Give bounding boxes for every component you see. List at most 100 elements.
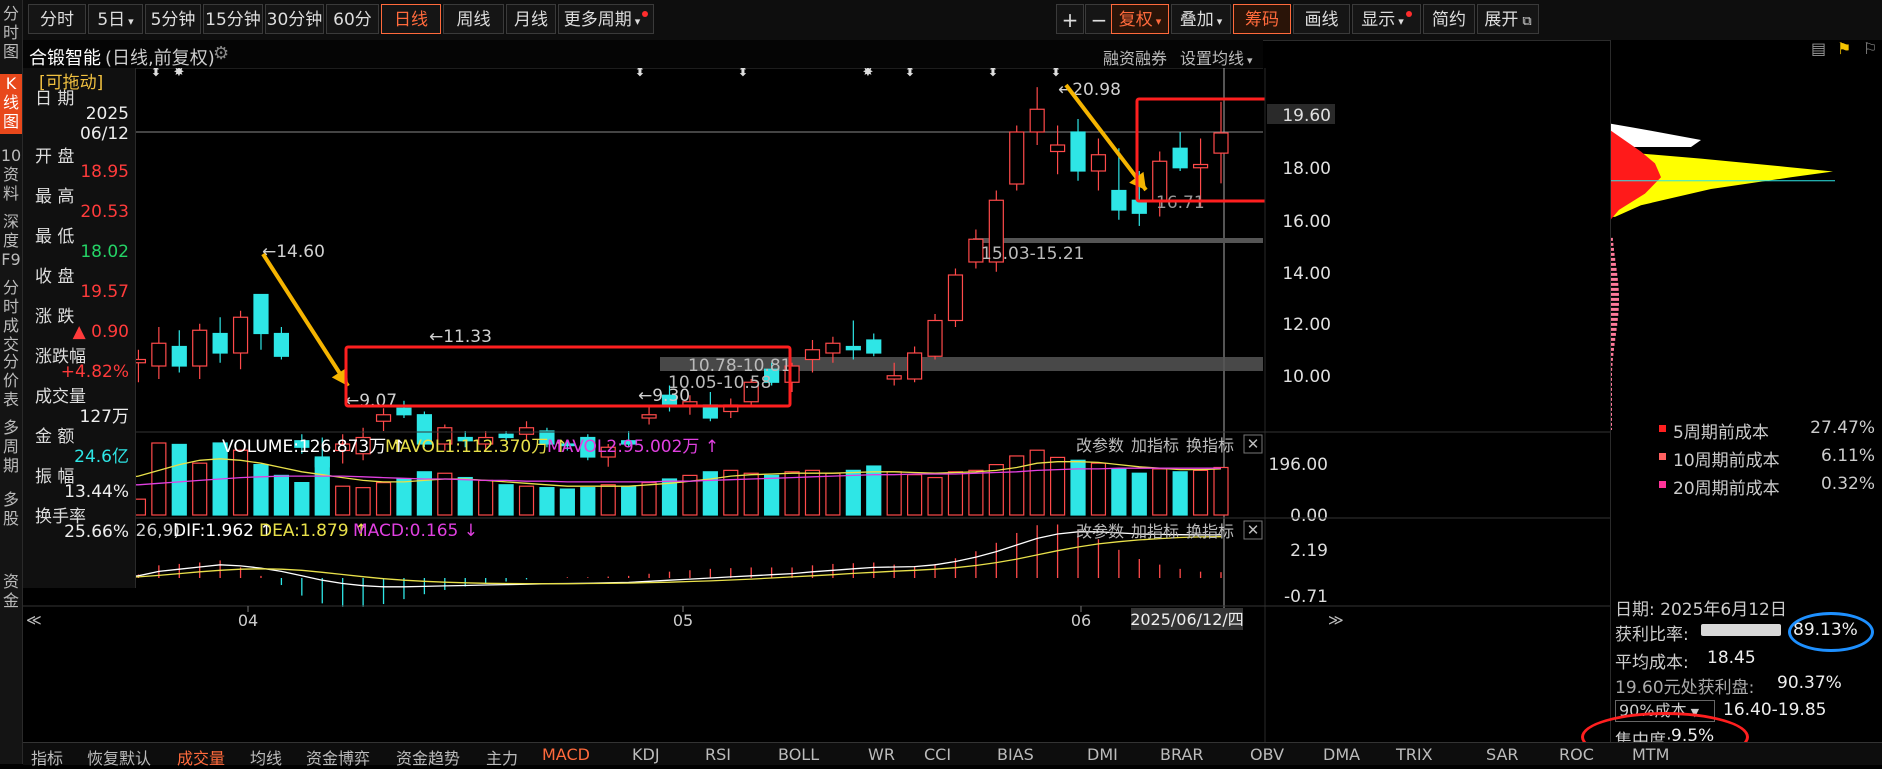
left-nav-item-8[interactable]: 资金 bbox=[0, 572, 22, 622]
indicator-tab-0[interactable]: 指标 bbox=[31, 745, 63, 769]
candle[interactable] bbox=[1029, 87, 1045, 145]
settings-gear-icon[interactable]: ⚙ bbox=[213, 43, 229, 64]
toolbar-button-0[interactable]: 复权 ▾ bbox=[1111, 4, 1169, 34]
event-marker-icon[interactable]: ⬍ bbox=[988, 68, 999, 80]
zoom-in-button[interactable]: + bbox=[1056, 4, 1084, 34]
candle[interactable] bbox=[232, 310, 249, 370]
toolbar-button-4[interactable]: 显示 ▾ bbox=[1352, 4, 1421, 34]
candle[interactable] bbox=[375, 408, 392, 431]
ma-setting-link[interactable]: 设置均线 ▾ bbox=[1180, 45, 1253, 69]
left-nav-item-7[interactable]: 多股 bbox=[0, 490, 22, 550]
period-tab-9[interactable]: 更多周期 ▾ bbox=[558, 4, 654, 34]
event-marker-icon[interactable]: ✸ bbox=[863, 68, 874, 80]
quote-info-panel[interactable]: [可拖动] 日 期 2025 06/12 开 盘 18.95 最 高 20.53 最 低 18.… bbox=[23, 68, 136, 588]
period-tab-2[interactable]: 5分钟 bbox=[145, 4, 201, 34]
indicator-tab-17[interactable]: DMA bbox=[1323, 745, 1360, 764]
indicator-tab-5[interactable]: 资金趋势 bbox=[396, 745, 460, 769]
period-tab-0[interactable]: 分时 bbox=[28, 4, 86, 34]
indicator-tab-11[interactable]: WR bbox=[868, 745, 895, 764]
scroll-left-button[interactable]: ≪ bbox=[26, 611, 42, 629]
flag-icon[interactable]: ⚑ bbox=[1837, 40, 1851, 58]
indicator-tab-12[interactable]: CCI bbox=[924, 745, 951, 764]
indicator-tab-3[interactable]: 均线 bbox=[250, 745, 282, 769]
candle[interactable] bbox=[641, 405, 657, 425]
indicator-tab-4[interactable]: 资金博弈 bbox=[306, 745, 370, 769]
indicator-tab-7[interactable]: MACD bbox=[542, 745, 590, 764]
candle[interactable] bbox=[1090, 138, 1107, 191]
candle[interactable] bbox=[1172, 132, 1188, 171]
panel-control-link[interactable]: 换指标 bbox=[1186, 522, 1234, 541]
left-nav-item-6[interactable]: 多周期 bbox=[0, 418, 22, 480]
candle[interactable] bbox=[1049, 125, 1066, 175]
indicator-tab-16[interactable]: OBV bbox=[1250, 745, 1284, 764]
panel-control-link[interactable]: 改参数 bbox=[1076, 522, 1124, 541]
left-nav-item-2[interactable]: 10资料 bbox=[0, 146, 22, 203]
period-tab-1[interactable]: 5日 ▾ bbox=[88, 4, 143, 34]
candle[interactable] bbox=[947, 268, 964, 328]
candle[interactable] bbox=[171, 330, 187, 373]
indicator-tab-10[interactable]: BOLL bbox=[778, 745, 819, 764]
period-tab-5[interactable]: 60分钟 bbox=[326, 4, 379, 60]
period-tab-3[interactable]: 15分钟 bbox=[203, 4, 263, 34]
candle[interactable] bbox=[927, 314, 943, 360]
period-tab-6[interactable]: 日线 bbox=[381, 4, 441, 34]
candle[interactable] bbox=[1070, 119, 1086, 181]
candle[interactable] bbox=[212, 317, 228, 363]
panel-control-link[interactable]: 换指标 bbox=[1186, 436, 1234, 455]
indicator-tab-20[interactable]: ROC bbox=[1559, 745, 1594, 764]
left-nav-item-5[interactable]: 分价表 bbox=[0, 352, 22, 409]
left-nav-item-0[interactable]: 分时图 bbox=[0, 4, 22, 66]
toolbar-button-3[interactable]: 画线 bbox=[1293, 4, 1350, 34]
left-nav-item-4[interactable]: 分时成交 bbox=[0, 278, 22, 354]
toolbar-button-5[interactable]: 简约 bbox=[1423, 4, 1475, 34]
period-tab-8[interactable]: 月线 bbox=[506, 4, 556, 34]
flag-outline-icon[interactable]: ⚐ bbox=[1863, 40, 1877, 58]
x-axis-tick: 04 bbox=[238, 611, 258, 630]
indicator-tab-18[interactable]: TRIX bbox=[1396, 745, 1433, 764]
candle[interactable] bbox=[845, 320, 861, 360]
event-marker-icon[interactable]: ⬍ bbox=[905, 68, 916, 80]
stock-name[interactable]: 合锻智能 bbox=[29, 44, 101, 70]
left-nav-item-3[interactable]: 深度F9 bbox=[0, 212, 22, 272]
margin-trading-link[interactable]: 融资融券 bbox=[1103, 45, 1167, 69]
event-marker-icon[interactable]: ⬍ bbox=[151, 68, 162, 80]
quote-field-row: 收 盘 19.57 bbox=[23, 262, 135, 302]
candle[interactable] bbox=[866, 333, 882, 357]
period-tab-7[interactable]: 周线 bbox=[443, 4, 504, 34]
zoom-out-button[interactable]: − bbox=[1085, 4, 1113, 34]
candle[interactable] bbox=[253, 293, 269, 350]
candle[interactable] bbox=[1009, 125, 1025, 191]
indicator-tab-13[interactable]: BIAS bbox=[997, 745, 1034, 764]
toolbar-button-2[interactable]: 筹码 bbox=[1233, 4, 1291, 34]
event-marker-icon[interactable]: ⬍ bbox=[738, 68, 749, 80]
candle[interactable] bbox=[396, 400, 412, 418]
indicator-tab-9[interactable]: RSI bbox=[705, 745, 731, 764]
indicator-tab-21[interactable]: MTM bbox=[1632, 745, 1669, 764]
event-marker-icon[interactable]: ✸ bbox=[174, 68, 185, 80]
indicator-tab-6[interactable]: 主力 bbox=[486, 745, 518, 769]
indicator-tab-8[interactable]: KDJ bbox=[632, 745, 660, 764]
bar-chart-icon[interactable]: ▤ bbox=[1811, 40, 1826, 58]
candle[interactable] bbox=[192, 323, 208, 379]
candle[interactable] bbox=[907, 346, 923, 383]
candle[interactable] bbox=[273, 327, 290, 360]
indicator-tab-19[interactable]: SAR bbox=[1486, 745, 1519, 764]
period-tab-4[interactable]: 30分钟 bbox=[265, 4, 324, 34]
left-nav-item-1[interactable]: K线图 bbox=[0, 74, 22, 134]
indicator-tab-14[interactable]: DMI bbox=[1087, 745, 1118, 764]
indicator-tab-15[interactable]: BRAR bbox=[1160, 745, 1204, 764]
scroll-right-button[interactable]: ≫ bbox=[1328, 611, 1344, 629]
event-marker-icon[interactable]: ⬍ bbox=[1051, 68, 1062, 80]
candlestick-chart[interactable]: ←14.60←9.07←11.33←9.30←20.9816.7110.78-1… bbox=[23, 68, 1610, 742]
candle[interactable] bbox=[151, 327, 167, 379]
panel-control-link[interactable]: 加指标 bbox=[1131, 436, 1179, 455]
toolbar-button-1[interactable]: 叠加 ▾ bbox=[1171, 4, 1231, 34]
toolbar-button-6[interactable]: 展开 ⧉ bbox=[1477, 4, 1539, 34]
candle[interactable] bbox=[723, 398, 739, 419]
indicator-tab-1[interactable]: 恢复默认 bbox=[87, 745, 151, 769]
indicator-tab-2[interactable]: 成交量 bbox=[177, 745, 225, 769]
panel-control-link[interactable]: 加指标 bbox=[1131, 522, 1179, 541]
panel-control-link[interactable]: 改参数 bbox=[1076, 436, 1124, 455]
event-marker-icon[interactable]: ⬍ bbox=[635, 68, 646, 80]
candle[interactable] bbox=[1213, 101, 1229, 184]
